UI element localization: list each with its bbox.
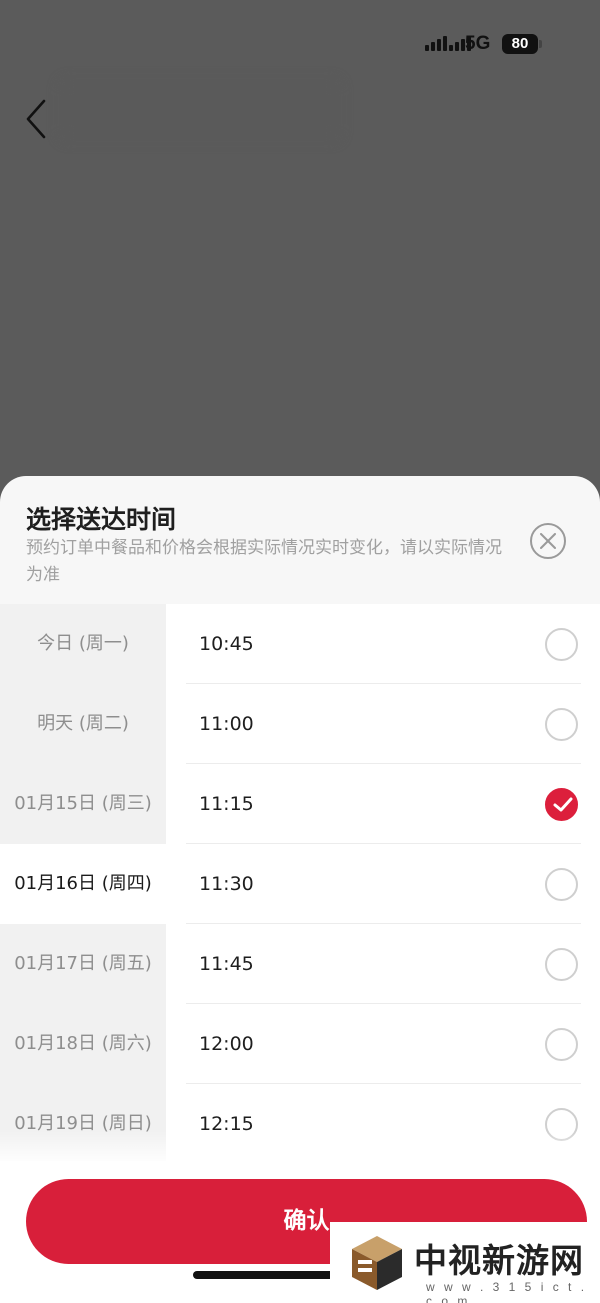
date-list: 今日 (周一) 明天 (周二) 01月15日 (周三) 01月16日 (周四) …: [0, 604, 166, 1161]
radio-unchecked-icon[interactable]: [545, 868, 578, 901]
watermark-url: w w w . 3 1 5 i c t . c o m: [426, 1280, 588, 1303]
time-label: 12:00: [199, 1033, 254, 1055]
watermark: 中视新游网 w w w . 3 1 5 i c t . c o m: [330, 1222, 600, 1303]
time-option[interactable]: 11:45: [186, 924, 581, 1004]
radio-unchecked-icon[interactable]: [545, 628, 578, 661]
close-icon: [540, 533, 556, 549]
radio-unchecked-icon[interactable]: [545, 708, 578, 741]
battery-icon: 80: [502, 34, 538, 54]
chevron-left-icon: [26, 99, 46, 139]
radio-unchecked-icon[interactable]: [545, 948, 578, 981]
time-label: 11:15: [199, 793, 254, 815]
radio-checked-icon[interactable]: [545, 788, 578, 821]
battery-tip: [539, 40, 542, 48]
date-item[interactable]: 今日 (周一): [0, 604, 166, 684]
time-option[interactable]: 12:00: [186, 1004, 581, 1084]
watermark-logo-icon: [352, 1236, 402, 1290]
time-option-selected[interactable]: 11:15: [186, 764, 581, 844]
network-label: 5G: [465, 33, 491, 54]
date-item[interactable]: 明天 (周二): [0, 684, 166, 764]
delivery-time-sheet: 选择送达时间 预约订单中餐品和价格会根据实际情况实时变化，请以实际情况为准 今日…: [0, 476, 600, 1303]
time-list: 10:45 11:00 11:15 11:30 11:45 12:00 12:1…: [166, 604, 600, 1161]
date-item[interactable]: 01月15日 (周三): [0, 764, 166, 844]
sheet-subtitle: 预约订单中餐品和价格会根据实际情况实时变化，请以实际情况为准: [26, 538, 502, 585]
time-label: 11:00: [199, 713, 254, 735]
time-label: 11:30: [199, 873, 254, 895]
time-option[interactable]: 11:30: [186, 844, 581, 924]
close-button[interactable]: [530, 523, 566, 559]
list-fade: [0, 1131, 600, 1161]
time-picker: 今日 (周一) 明天 (周二) 01月15日 (周三) 01月16日 (周四) …: [0, 604, 600, 1161]
time-label: 11:45: [199, 953, 254, 975]
time-label: 10:45: [199, 633, 254, 655]
sheet-header: 选择送达时间 预约订单中餐品和价格会根据实际情况实时变化，请以实际情况为准: [0, 476, 600, 604]
date-item[interactable]: 01月18日 (周六): [0, 1004, 166, 1084]
sheet-title: 选择送达时间: [26, 505, 177, 534]
watermark-name: 中视新游网: [414, 1241, 584, 1280]
blurred-store-title: [60, 80, 340, 140]
back-button[interactable]: [20, 95, 60, 145]
checkmark-icon: [553, 797, 573, 812]
date-item[interactable]: 01月17日 (周五): [0, 924, 166, 1004]
time-option[interactable]: 11:00: [186, 684, 581, 764]
time-option[interactable]: 10:45: [186, 604, 581, 684]
status-bar: 5G 80: [0, 0, 600, 90]
date-item-selected[interactable]: 01月16日 (周四): [0, 844, 166, 924]
radio-unchecked-icon[interactable]: [545, 1028, 578, 1061]
